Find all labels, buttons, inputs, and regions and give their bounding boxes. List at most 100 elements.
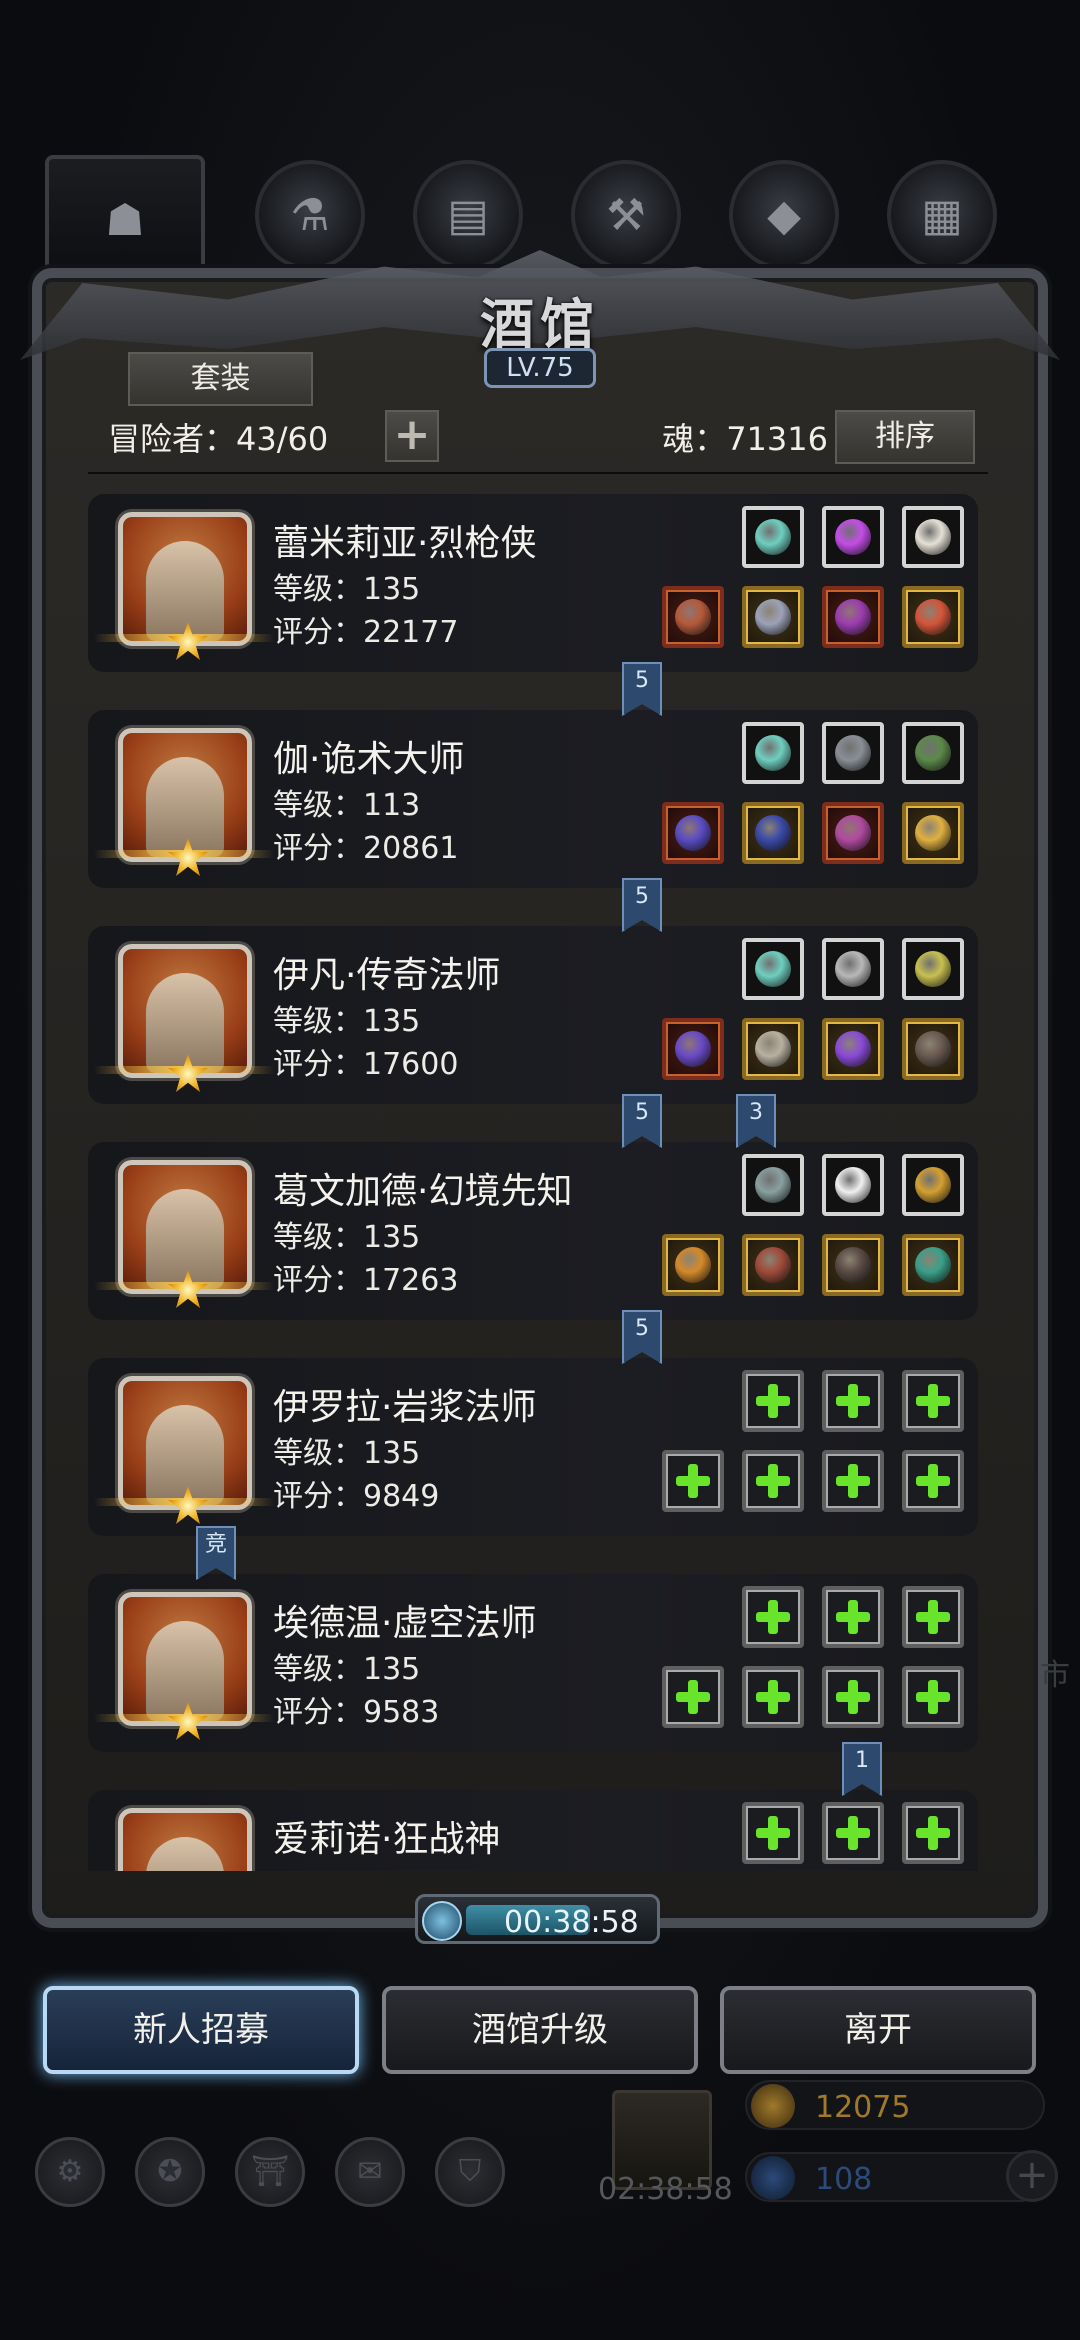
- gem-icon: [915, 1247, 951, 1283]
- crystal-icon: ◆: [767, 189, 801, 241]
- equipment-slot[interactable]: [902, 586, 964, 648]
- equipment-slot[interactable]: [902, 938, 964, 1000]
- hero-portrait[interactable]: [118, 1160, 252, 1294]
- hero-card[interactable]: 葛文加德·幻境先知 等级：135 评分：17263: [88, 1142, 978, 1320]
- equipment-slot[interactable]: [662, 1018, 724, 1080]
- add-icon: [756, 1680, 790, 1714]
- hero-card[interactable]: 伊凡·传奇法师 等级：135 评分：17600: [88, 926, 978, 1104]
- equipment-slot[interactable]: [662, 1234, 724, 1296]
- equipment-slot[interactable]: [742, 1154, 804, 1216]
- equipment-slot[interactable]: [822, 586, 884, 648]
- tab-tavern[interactable]: ☗: [45, 155, 205, 285]
- equipment-slot[interactable]: [662, 802, 724, 864]
- hero-card[interactable]: 埃德温·虚空法师 等级：135 评分：9583: [88, 1574, 978, 1752]
- equipment-slot[interactable]: [902, 506, 964, 568]
- hero-card[interactable]: 伽·诡术大师 等级：113 评分：20861: [88, 710, 978, 888]
- gem-icon: [751, 2156, 795, 2200]
- clock-icon: [422, 1901, 462, 1941]
- equipment-slot[interactable]: [822, 802, 884, 864]
- recruit-button[interactable]: 新人招募: [43, 1986, 359, 2074]
- hero-card[interactable]: 蕾米莉亚·烈枪侠 等级：135 评分：22177: [88, 494, 978, 672]
- equipment-slot[interactable]: [902, 1802, 964, 1864]
- equipment-slot[interactable]: [902, 1370, 964, 1432]
- equipment-slot[interactable]: [822, 1154, 884, 1216]
- hero-portrait[interactable]: [118, 1808, 252, 1871]
- equipment-slot[interactable]: [662, 586, 724, 648]
- gold-value: 12075: [815, 2090, 911, 2125]
- add-currency-button[interactable]: +: [1006, 2150, 1058, 2202]
- hero-card[interactable]: 伊罗拉·岩浆法师 等级：135 评分：9849: [88, 1358, 978, 1536]
- equipment-slot[interactable]: [742, 1586, 804, 1648]
- equipment-slot[interactable]: [742, 586, 804, 648]
- equipment-slot[interactable]: [902, 1234, 964, 1296]
- equipment-slot[interactable]: [742, 938, 804, 1000]
- equipment-slot[interactable]: [822, 1234, 884, 1296]
- hero-face: [146, 757, 224, 857]
- equipment-slot[interactable]: [822, 722, 884, 784]
- hero-portrait[interactable]: [118, 1376, 252, 1510]
- tab-anvil[interactable]: ⚒: [571, 160, 681, 270]
- equipment-slot[interactable]: [822, 1666, 884, 1728]
- equipment-slot[interactable]: [902, 1018, 964, 1080]
- equipment-slot[interactable]: [742, 802, 804, 864]
- equipment-slot[interactable]: [742, 1234, 804, 1296]
- equipment-slot[interactable]: [742, 722, 804, 784]
- hero-portrait[interactable]: [118, 728, 252, 862]
- mail-icon[interactable]: ✉: [335, 2137, 405, 2207]
- equipment-slot[interactable]: [822, 938, 884, 1000]
- tavern-level-badge: LV.75: [484, 348, 596, 388]
- hero-score: 评分：20861: [273, 831, 459, 866]
- tab-crystal[interactable]: ◆: [729, 160, 839, 270]
- shield-icon[interactable]: ⛉: [435, 2137, 505, 2207]
- add-slot-button[interactable]: +: [385, 410, 439, 462]
- set-button[interactable]: 套装: [128, 352, 313, 406]
- upgrade-button[interactable]: 酒馆升级: [382, 1986, 698, 2074]
- equipment-slot[interactable]: [902, 1450, 964, 1512]
- equipment-slot[interactable]: [822, 1586, 884, 1648]
- hero-portrait[interactable]: [118, 1592, 252, 1726]
- add-icon: [836, 1384, 870, 1418]
- tab-potion[interactable]: ⚗: [255, 160, 365, 270]
- sort-button[interactable]: 排序: [835, 410, 975, 464]
- equipment-slot[interactable]: [902, 722, 964, 784]
- equipment-slot[interactable]: [822, 1450, 884, 1512]
- equipment-slot[interactable]: [742, 1450, 804, 1512]
- leave-button[interactable]: 离开: [720, 1986, 1036, 2074]
- hero-portrait[interactable]: [118, 944, 252, 1078]
- equipment-slot[interactable]: [902, 802, 964, 864]
- equipment-slot[interactable]: [742, 1018, 804, 1080]
- equipment-slot[interactable]: [822, 506, 884, 568]
- gate-icon[interactable]: ⛩: [235, 2137, 305, 2207]
- equipment-slot[interactable]: [742, 1666, 804, 1728]
- add-icon: [836, 1600, 870, 1634]
- tab-scroll[interactable]: ▤: [413, 160, 523, 270]
- equipment-slot[interactable]: [742, 506, 804, 568]
- equipment-slot[interactable]: [822, 1370, 884, 1432]
- equipment-slot[interactable]: [822, 1018, 884, 1080]
- equipment-slot[interactable]: [742, 1802, 804, 1864]
- horn-icon: [915, 519, 951, 555]
- stone-icon: [755, 1167, 791, 1203]
- tab-forge[interactable]: ▦: [887, 160, 997, 270]
- add-icon: [916, 1680, 950, 1714]
- equipment-slot[interactable]: [742, 1370, 804, 1432]
- hero-list[interactable]: 蕾米莉亚·烈枪侠 等级：135 评分：22177 伽·诡术大师 等级：113 评分：208…: [88, 486, 988, 1871]
- hero-card[interactable]: 爱莉诺·狂战神: [88, 1790, 978, 1871]
- equipment-slot[interactable]: [902, 1666, 964, 1728]
- hero-level: 等级：135: [273, 1004, 421, 1039]
- hero-portrait[interactable]: [118, 512, 252, 646]
- hero-level: 等级：135: [273, 1652, 421, 1687]
- compass-icon[interactable]: ✪: [135, 2137, 205, 2207]
- robe-icon: [755, 815, 791, 851]
- equipment-slot[interactable]: [662, 1666, 724, 1728]
- equipment-slot[interactable]: [902, 1586, 964, 1648]
- rank-flag: 1: [842, 1742, 882, 1796]
- hero-name: 蕾米莉亚·烈枪侠: [273, 523, 537, 564]
- equipment-slot[interactable]: [902, 1154, 964, 1216]
- settings-icon[interactable]: ⚙: [35, 2137, 105, 2207]
- equipment-slot[interactable]: [822, 1802, 884, 1864]
- hero-score: 评分：17600: [273, 1047, 459, 1082]
- hero-face: [146, 1189, 224, 1289]
- hero-level: 等级：135: [273, 1436, 421, 1471]
- equipment-slot[interactable]: [662, 1450, 724, 1512]
